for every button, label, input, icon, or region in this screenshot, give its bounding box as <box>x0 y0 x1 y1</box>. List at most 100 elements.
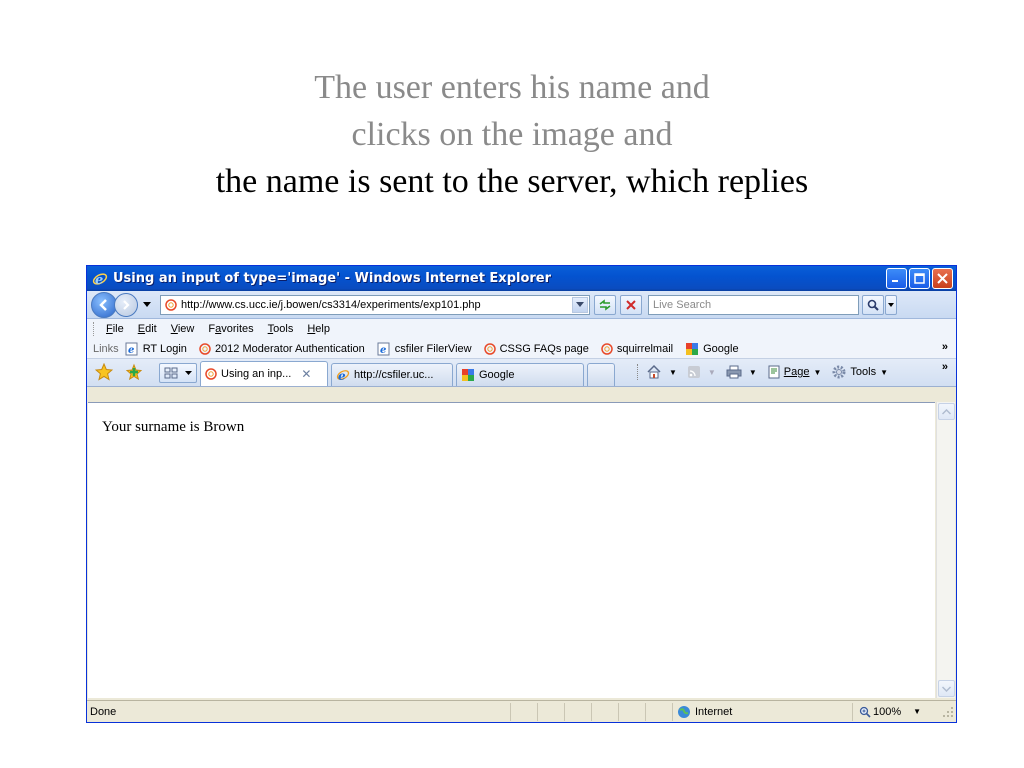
star-icon <box>95 363 113 381</box>
arrow-right-icon <box>123 299 130 310</box>
globe-icon <box>677 705 691 719</box>
vertical-scrollbar[interactable] <box>936 402 955 698</box>
google-icon <box>461 368 475 382</box>
menu-tools[interactable]: Tools <box>268 323 294 335</box>
links-overflow-chevron[interactable]: » <box>942 341 948 353</box>
scroll-down-button[interactable] <box>938 680 955 697</box>
tab-csfiler[interactable]: e http://csfiler.uc... <box>331 363 453 386</box>
status-pane <box>510 702 537 721</box>
svg-text:e: e <box>338 369 346 382</box>
link-csfiler-filerview[interactable]: e csfiler FilerView <box>377 342 472 356</box>
search-input[interactable]: Live Search <box>648 294 859 315</box>
command-bar-overflow-chevron[interactable]: » <box>942 361 948 373</box>
chevron-down-icon[interactable]: ▼ <box>708 368 716 377</box>
search-button[interactable] <box>862 294 884 315</box>
menu-favorites[interactable]: Favorites <box>208 323 253 335</box>
add-favorite-icon <box>125 363 143 381</box>
minimize-button[interactable] <box>886 268 907 289</box>
status-pane <box>591 702 618 721</box>
home-button[interactable]: ▼ <box>646 364 677 380</box>
security-zone[interactable]: Internet <box>672 702 852 721</box>
link-cssg-faqs[interactable]: CSSG FAQs page <box>483 343 589 355</box>
opera-icon <box>199 342 211 355</box>
address-toolbar: http://www.cs.ucc.ie/j.bowen/cs3314/expe… <box>87 291 956 319</box>
favorites-center-button[interactable] <box>93 361 115 383</box>
window-title: Using an input of type='image' - Windows… <box>113 271 552 286</box>
links-bar: Links e RT Login 2012 Moderator Authenti… <box>87 339 956 359</box>
opera-icon <box>165 298 177 311</box>
add-to-favorites-button[interactable] <box>123 361 145 383</box>
link-squirrelmail[interactable]: squirrelmail <box>601 343 673 355</box>
status-bar: Done Internet 100% ▼ <box>87 700 956 722</box>
tools-menu-button[interactable]: Tools ▼ <box>831 364 888 380</box>
chevron-down-icon <box>576 301 584 307</box>
chevron-down-icon: ▼ <box>880 367 888 377</box>
browser-window: e Using an input of type='image' - Windo… <box>86 265 957 723</box>
gear-icon <box>831 364 847 380</box>
resize-grip-icon[interactable] <box>942 706 954 718</box>
address-dropdown[interactable] <box>572 296 588 313</box>
slide-title-line-3: the name is sent to the server, which re… <box>215 163 809 200</box>
slide-title: The user enters his name and clicks on t… <box>0 64 1024 205</box>
address-url[interactable]: http://www.cs.ucc.ie/j.bowen/cs3314/expe… <box>181 299 572 311</box>
link-google[interactable]: Google <box>685 342 739 356</box>
menu-file[interactable]: File <box>106 323 124 335</box>
page-menu-button[interactable]: Page ▼ <box>767 365 822 379</box>
new-tab-button[interactable] <box>587 363 615 386</box>
forward-button[interactable] <box>114 292 138 317</box>
slide-title-line-1: The user enters his name and <box>314 69 710 106</box>
close-tab-icon[interactable]: ✕ <box>301 367 311 381</box>
chevron-down-icon[interactable]: ▼ <box>669 368 677 377</box>
tab-bar: Using an inp... ✕ e http://csfiler.uc...… <box>87 359 956 387</box>
maximize-icon <box>914 273 925 284</box>
home-icon <box>646 364 662 380</box>
quick-tabs-icon <box>164 367 178 379</box>
tab-using-an-input[interactable]: Using an inp... ✕ <box>200 361 328 386</box>
menu-view[interactable]: View <box>171 323 195 335</box>
menu-bar: File Edit View Favorites Tools Help <box>87 319 956 339</box>
maximize-button[interactable] <box>909 268 930 289</box>
link-rt-login[interactable]: e RT Login <box>125 342 187 356</box>
zoom-icon <box>859 706 871 718</box>
chevron-down-icon <box>185 370 193 375</box>
tab-google[interactable]: Google <box>456 363 584 386</box>
chevron-down-icon: ▼ <box>913 707 922 716</box>
chevron-down-icon[interactable]: ▼ <box>749 368 757 377</box>
chevron-down-icon <box>942 685 951 692</box>
close-window-button[interactable] <box>932 268 953 289</box>
quick-tabs-button[interactable] <box>159 363 197 383</box>
ie-logo-icon: e <box>91 270 109 288</box>
opera-icon <box>601 342 613 355</box>
status-text: Done <box>90 705 117 718</box>
menu-help[interactable]: Help <box>307 323 330 335</box>
scroll-up-button[interactable] <box>938 403 955 420</box>
slide-title-line-2: clicks on the image and <box>351 116 673 153</box>
status-pane <box>564 702 591 721</box>
address-bar[interactable]: http://www.cs.ucc.ie/j.bowen/cs3314/expe… <box>160 294 590 315</box>
command-bar: ▼ ▼ ▼ Page ▼ Tools ▼ <box>629 361 898 383</box>
refresh-icon <box>599 298 611 311</box>
close-icon <box>937 273 948 284</box>
status-pane <box>537 702 564 721</box>
zoom-value: 100% <box>873 705 902 718</box>
search-options-dropdown[interactable] <box>885 294 897 315</box>
menu-edit[interactable]: Edit <box>138 323 157 335</box>
svg-text:e: e <box>128 345 134 356</box>
chevron-down-icon: ▼ <box>813 367 822 377</box>
surname-message: Your surname is Brown <box>102 419 245 435</box>
title-bar[interactable]: e Using an input of type='image' - Windo… <box>87 266 956 291</box>
ie-logo-icon: e <box>336 368 350 382</box>
chevron-down-icon <box>888 302 894 307</box>
feeds-button[interactable]: ▼ <box>687 365 716 379</box>
print-button[interactable]: ▼ <box>726 365 757 379</box>
toolbar-grip[interactable] <box>93 322 96 336</box>
zoom-level-button[interactable]: 100% ▼ <box>852 702 942 721</box>
zone-label: Internet <box>695 705 733 718</box>
google-icon <box>685 342 699 356</box>
stop-button[interactable] <box>620 294 642 315</box>
page-menu-label: Page <box>783 366 810 378</box>
refresh-button[interactable] <box>594 294 616 315</box>
recent-pages-dropdown[interactable] <box>140 301 154 308</box>
link-moderator-authentication[interactable]: 2012 Moderator Authentication <box>199 343 365 355</box>
tab-label: Google <box>479 369 515 381</box>
